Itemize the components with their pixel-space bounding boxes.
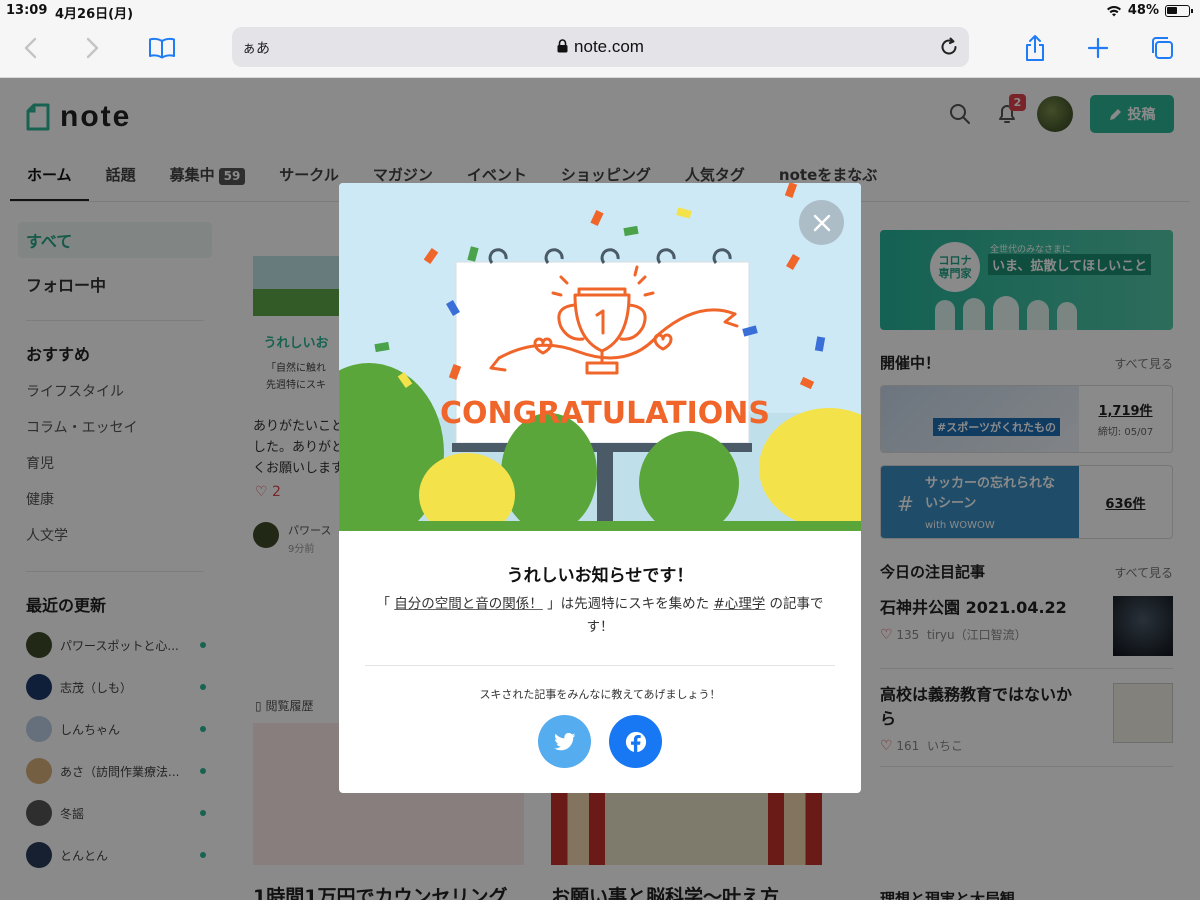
status-right: 48% (1106, 3, 1193, 18)
tabs-overview-button[interactable] (1146, 32, 1178, 64)
chevron-left-icon (24, 37, 37, 59)
twitter-share-button[interactable] (538, 715, 591, 768)
book-icon (149, 37, 175, 59)
tabs-icon (1152, 37, 1173, 59)
reload-icon[interactable] (937, 35, 961, 59)
bookmarks-button[interactable] (146, 32, 178, 64)
address-bar[interactable]: ぁあ note.com (232, 27, 969, 67)
close-button[interactable] (799, 200, 844, 245)
battery-percent: 48% (1127, 3, 1159, 18)
congratulations-modal: CONGRATULATIONS うれしいお知らせです！ 「 自分の空間と音の関係… (339, 183, 861, 793)
share-button[interactable] (1019, 32, 1051, 64)
message-text: 「 (376, 596, 391, 612)
hashtag-link[interactable]: #心理学 (713, 596, 765, 612)
facebook-share-button[interactable] (609, 715, 662, 768)
chevron-right-icon (86, 37, 99, 59)
congratulations-illustration: CONGRATULATIONS (339, 183, 861, 531)
twitter-icon (553, 732, 575, 750)
status-time: 13:09 (6, 3, 48, 18)
wifi-icon (1106, 5, 1121, 16)
illustration-svg: CONGRATULATIONS (339, 183, 861, 531)
facebook-icon (625, 731, 646, 753)
back-button[interactable] (14, 32, 46, 64)
status-date: 4月26日(月) (55, 7, 134, 22)
plus-icon (1087, 37, 1109, 59)
modal-divider (365, 665, 835, 666)
message-text: 」は先週特にスキを集めた (547, 596, 710, 612)
share-icon (1026, 35, 1044, 61)
battery-icon (1165, 4, 1193, 17)
close-icon (813, 214, 830, 231)
congratulations-text: CONGRATULATIONS (440, 396, 770, 431)
share-prompt: スキされた記事をみんなに教えてあげましょう！ (479, 688, 721, 701)
forward-button[interactable] (77, 32, 109, 64)
new-tab-button[interactable] (1082, 32, 1114, 64)
url-host: note.com (232, 37, 969, 57)
safari-toolbar: ぁあ note.com (0, 22, 1200, 78)
lock-icon (557, 39, 568, 53)
modal-title: うれしいお知らせです！ (506, 566, 694, 586)
article-link[interactable]: 自分の空間と音の関係！ (394, 596, 543, 612)
ios-status-bar: 13:09 4月26日(月) 48% (0, 0, 1200, 22)
modal-message: 「 自分の空間と音の関係！ 」は先週特にスキを集めた #心理学 の記事です！ (369, 593, 831, 639)
url-text: note.com (574, 37, 644, 56)
